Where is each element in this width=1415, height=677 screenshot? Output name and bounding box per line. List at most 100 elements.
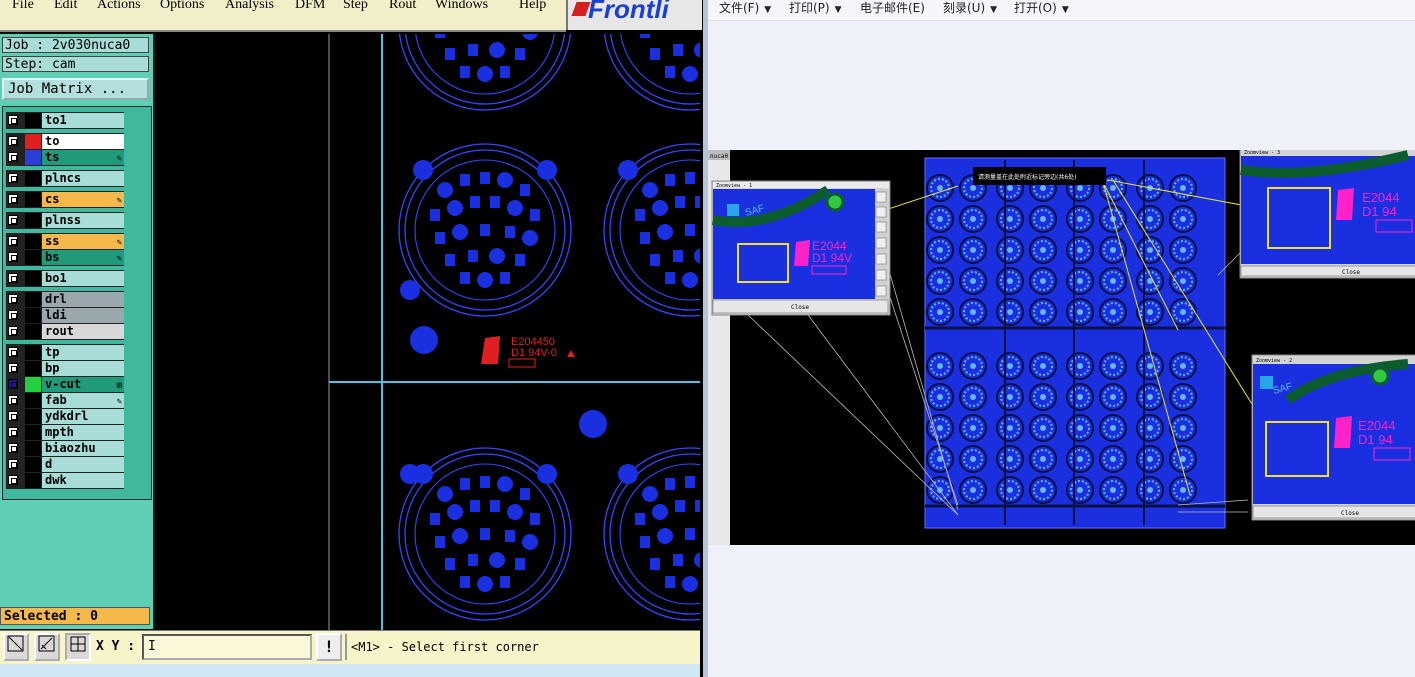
board-center-pad [1040,487,1046,493]
layer-name[interactable]: to1 [42,113,124,128]
menu-rout[interactable]: Rout [389,0,416,13]
layer-name[interactable]: d [42,457,124,472]
layer-row-plnss[interactable]: plnss [6,213,124,228]
layer-checkbox[interactable] [8,215,18,225]
viewer-menu-burn[interactable]: 刻录(U) ▼ [943,0,997,18]
layer-checkbox[interactable] [8,236,18,246]
layer-row-rout[interactable]: rout [6,324,124,339]
layer-row-bo1[interactable]: bo1 [6,271,124,286]
warning-button[interactable]: ! [316,633,342,661]
layer-row-ss[interactable]: ss ✎ [6,234,124,249]
viewer-menu-print[interactable]: 打印(P) ▼ [789,0,842,18]
layer-row-bp[interactable]: bp [6,361,124,376]
layer-checkbox[interactable] [8,173,18,183]
layer-name[interactable]: v-cut ⊞ [42,377,124,392]
layer-row-dwk[interactable]: dwk [6,473,124,488]
layer-name[interactable]: mpth [42,425,124,440]
layer-checkbox[interactable] [8,115,18,125]
layer-checkbox[interactable] [8,347,18,357]
board-unit [1029,383,1057,411]
layer-row-cs[interactable]: cs ✎ [6,192,124,207]
smd-pad [500,66,510,78]
viewer-menu-open[interactable]: 打开(O) ▼ [1014,0,1069,18]
layer-name[interactable]: ldi [42,308,124,323]
layer-name[interactable]: drl [42,292,124,307]
layer-row-to1[interactable]: to1 [6,113,124,128]
snap-grid-button[interactable] [65,633,91,661]
layer-name[interactable]: rout [42,324,124,339]
menu-help[interactable]: Help [519,0,546,13]
layer-row-d[interactable]: d [6,457,124,472]
layer-row-mpth[interactable]: mpth [6,425,124,440]
zoomview-3-title: Zoomview - 3 [1244,150,1280,156]
layer-name[interactable]: dwk [42,473,124,488]
layer-checkbox[interactable] [8,136,18,146]
layer-name[interactable]: tp [42,345,124,360]
cam-graphics-canvas[interactable]: E204450 D1 94V-0 [155,34,700,630]
menu-dfm[interactable]: DFM [295,0,325,13]
layer-checkbox[interactable] [8,310,18,320]
layer-name[interactable]: bo1 [42,271,124,286]
layer-row-fab[interactable]: fab ✎ [6,393,124,408]
layer-name[interactable]: bp [42,361,124,376]
menu-file[interactable]: File [12,0,34,13]
layer-row-drl[interactable]: drl [6,292,124,307]
layer-checkbox[interactable] [8,294,18,304]
layer-checkbox[interactable] [8,411,18,421]
menu-actions[interactable]: Actions [97,0,141,13]
layer-row-ts[interactable]: ts ✎ [6,150,124,165]
layer-row-v-cut[interactable]: v-cut ⊞ [6,377,124,392]
job-matrix-button[interactable]: Job Matrix ... [2,78,149,100]
menu-options[interactable]: Options [160,0,204,13]
layer-name[interactable]: ts ✎ [42,150,124,165]
measure-button[interactable] [34,633,60,661]
zoomview-3-close-button[interactable] [1240,265,1415,277]
layer-checkbox[interactable] [8,252,18,262]
zoomview-2-fiducial [1260,376,1273,389]
layer-name[interactable]: fab ✎ [42,393,124,408]
menu-edit[interactable]: Edit [54,0,77,13]
layer-name[interactable]: ss ✎ [42,234,124,249]
layer-color-swatch [25,250,41,265]
layer-checkbox[interactable] [8,273,18,283]
menu-analysis[interactable]: Analysis [225,0,274,13]
layer-checkbox[interactable] [8,475,18,485]
board-center-pad [1180,216,1186,222]
zoom-area-button[interactable] [3,633,29,661]
layer-checkbox[interactable] [8,459,18,469]
layer-row-tp[interactable]: tp [6,345,124,360]
viewer-menu-file[interactable]: 文件(F) ▼ [719,0,771,18]
layer-checkbox[interactable] [8,395,18,405]
layer-row-plncs[interactable]: plncs [6,171,124,186]
layer-checkbox[interactable] [8,152,18,162]
layer-row-bs[interactable]: bs ✎ [6,250,124,265]
component-footprint [603,143,700,317]
layer-row-ydkdrl[interactable]: ydkdrl [6,409,124,424]
layer-row-ldi[interactable]: ldi [6,308,124,323]
layer-checkbox[interactable] [8,363,18,373]
edit-pencil-icon: ✎ [116,238,122,248]
layer-checkbox[interactable] [8,427,18,437]
menu-step[interactable]: Step [343,0,368,13]
layer-row-biaozhu[interactable]: biaozhu [6,441,124,456]
layer-name[interactable]: cs ✎ [42,192,124,207]
zoomview-2-close-button[interactable] [1252,505,1415,519]
xy-coordinate-input[interactable]: I [142,634,312,660]
layer-name[interactable]: plncs [42,171,124,186]
layer-name[interactable]: ydkdrl [42,409,124,424]
layer-checkbox[interactable] [8,326,18,336]
smd-pad [480,224,490,236]
board-unit [959,352,987,380]
menu-windows[interactable]: Windows [435,0,488,13]
layer-name[interactable]: to [42,134,124,149]
layer-row-to[interactable]: to [6,134,124,149]
layer-name[interactable]: bs ✎ [42,250,124,265]
board-unit [996,298,1024,326]
layer-name[interactable]: plnss [42,213,124,228]
board-unit [1169,383,1197,411]
layer-checkbox[interactable] [8,443,18,453]
viewer-menu-email[interactable]: 电子邮件(E) [860,0,925,16]
layer-checkbox[interactable] [8,379,18,389]
layer-name[interactable]: biaozhu [42,441,124,456]
layer-checkbox[interactable] [8,194,18,204]
